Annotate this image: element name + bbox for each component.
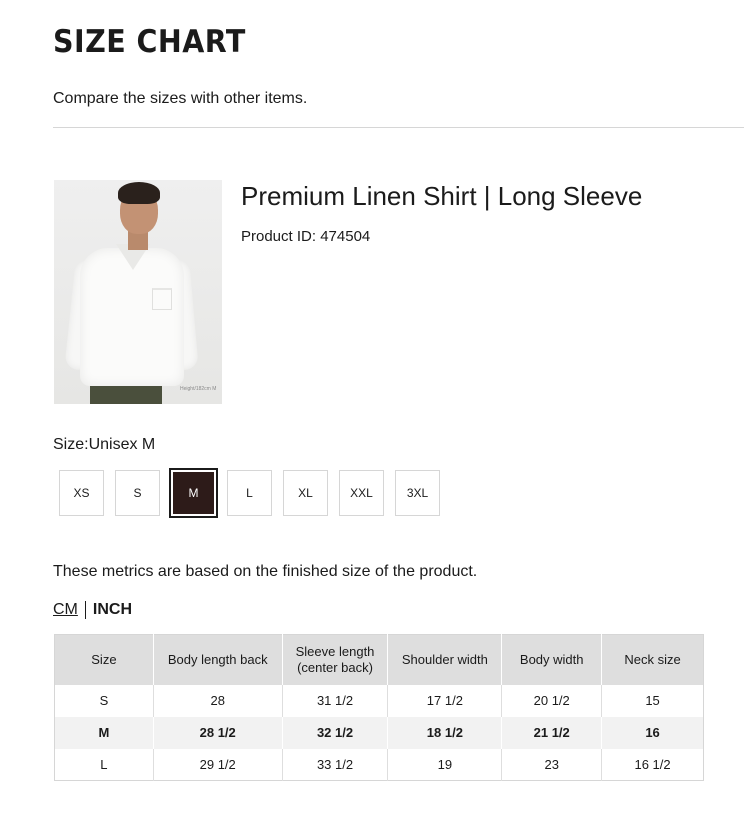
size-option-m[interactable]: M bbox=[169, 468, 218, 518]
table-cell: 33 1/2 bbox=[282, 748, 389, 781]
column-header: Body length back bbox=[153, 634, 283, 685]
size-option-xs[interactable]: XS bbox=[59, 470, 104, 516]
table-row: L 29 1/2 33 1/2 19 23 16 1/2 bbox=[54, 748, 704, 781]
table-cell: 16 bbox=[601, 716, 704, 749]
size-table: Size Body length back Sleeve length (cen… bbox=[54, 634, 704, 781]
divider bbox=[53, 127, 744, 128]
product-image: Height/182cm M bbox=[54, 180, 222, 404]
table-cell: 21 1/2 bbox=[501, 716, 603, 749]
size-option-l[interactable]: L bbox=[227, 470, 272, 516]
size-option-xl[interactable]: XL bbox=[283, 470, 328, 516]
table-cell: 28 1/2 bbox=[153, 716, 283, 749]
table-cell: M bbox=[54, 716, 154, 749]
size-option-xxl[interactable]: XXL bbox=[339, 470, 384, 516]
page-title: SIZE CHART bbox=[53, 24, 246, 60]
table-cell: 32 1/2 bbox=[282, 716, 389, 749]
unit-toggle: CM INCH bbox=[53, 600, 132, 620]
table-row-highlighted: M 28 1/2 32 1/2 18 1/2 21 1/2 16 bbox=[54, 716, 704, 749]
table-cell: 28 bbox=[153, 684, 283, 717]
metrics-note: These metrics are based on the finished … bbox=[53, 563, 478, 580]
size-label: Size:Unisex M bbox=[53, 436, 156, 453]
column-header: Shoulder width bbox=[387, 634, 503, 685]
size-option-s[interactable]: S bbox=[115, 470, 160, 516]
table-cell: S bbox=[54, 684, 154, 717]
page-subtitle: Compare the sizes with other items. bbox=[53, 90, 308, 107]
table-cell: 31 1/2 bbox=[282, 684, 389, 717]
table-cell: 15 bbox=[645, 693, 660, 708]
table-cell: L bbox=[54, 748, 154, 781]
column-header: Sleeve length (center back) bbox=[282, 634, 389, 685]
unit-inch-link[interactable]: INCH bbox=[93, 601, 132, 619]
unit-cm-link[interactable]: CM bbox=[53, 601, 78, 619]
column-header: Size bbox=[54, 634, 154, 685]
table-cell: 16 1/2 bbox=[634, 756, 671, 772]
table-row: S 28 31 1/2 17 1/2 20 1/2 15 bbox=[54, 684, 704, 717]
table-cell: 23 bbox=[501, 748, 603, 781]
table-cell: 19 bbox=[387, 748, 503, 781]
size-chart-page: SIZE CHART Compare the sizes with other … bbox=[0, 0, 744, 829]
unit-separator bbox=[84, 601, 86, 619]
table-cell: 17 1/2 bbox=[387, 684, 503, 717]
table-cell: 20 1/2 bbox=[501, 684, 603, 717]
image-height-note: Height/182cm M bbox=[180, 386, 217, 392]
column-header: Body width bbox=[501, 634, 603, 685]
table-cell: 29 1/2 bbox=[153, 748, 283, 781]
table-cell: 18 1/2 bbox=[387, 716, 503, 749]
column-header: Neck size bbox=[601, 634, 704, 685]
product-id: Product ID: 474504 bbox=[241, 228, 371, 245]
product-name: Premium Linen Shirt | Long Sleeve bbox=[241, 181, 643, 211]
size-option-3xl[interactable]: 3XL bbox=[395, 470, 440, 516]
table-header-row: Size Body length back Sleeve length (cen… bbox=[54, 634, 704, 685]
